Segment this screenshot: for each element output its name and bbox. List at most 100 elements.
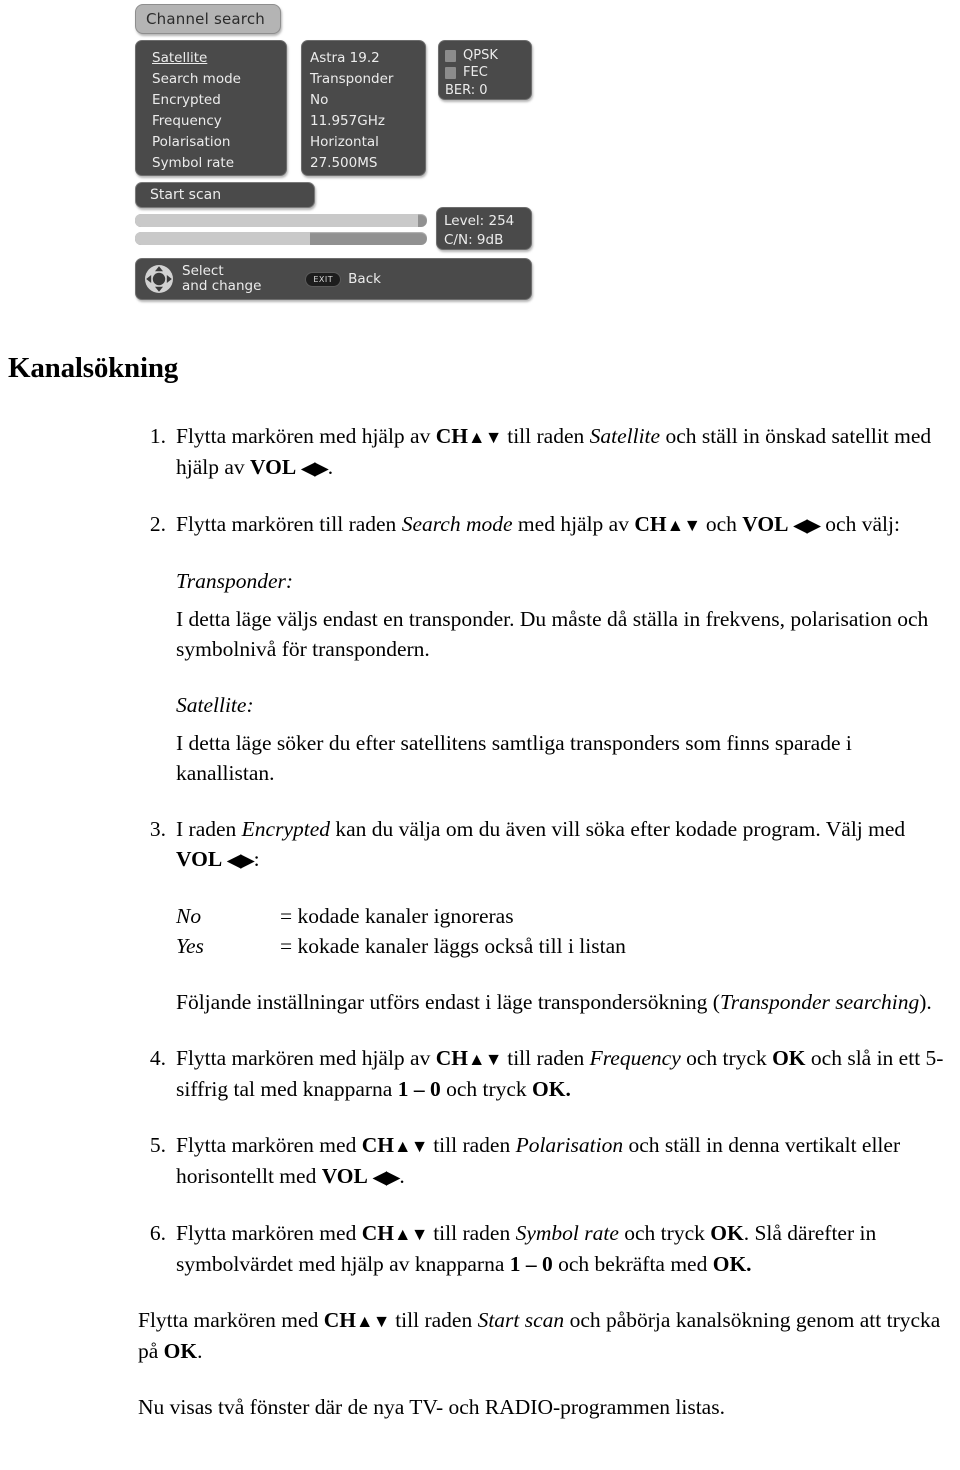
list-item: Yes = kokade kanaler läggs också till i … bbox=[176, 931, 944, 961]
transponder-heading: Transponder: bbox=[176, 569, 294, 593]
step-text-part: till raden bbox=[427, 1133, 516, 1157]
step-text-part: till raden bbox=[427, 1221, 516, 1245]
ch-key-label: CH bbox=[435, 424, 468, 448]
page-title: Kanalsökning bbox=[8, 352, 179, 384]
vol-key-label: VOL bbox=[742, 512, 789, 536]
left-right-arrows-icon: ◀▶ bbox=[227, 850, 255, 870]
encrypted-options-list: No = kodade kanaler ignoreras Yes = koka… bbox=[176, 901, 944, 961]
menu-row-label-polarisation[interactable]: Polarisation bbox=[152, 132, 286, 153]
menu-row-value-search-mode[interactable]: Transponder bbox=[310, 69, 425, 90]
satellite-heading: Satellite: bbox=[176, 693, 254, 717]
step-text-part: och tryck bbox=[618, 1221, 711, 1245]
step-number: 3. bbox=[149, 817, 166, 841]
step-number: 1. bbox=[149, 424, 166, 448]
menu-row-value-encrypted[interactable]: No bbox=[310, 90, 425, 111]
option-term-yes: Yes bbox=[176, 934, 204, 958]
list-item: 6. Flytta markören med CH▲▼ till raden S… bbox=[0, 1218, 960, 1279]
list-item: 4. Flytta markören med hjälp av CH▲▼ til… bbox=[0, 1043, 960, 1104]
vol-key-label: VOL bbox=[321, 1164, 368, 1188]
number-keys-label: 1 – 0 bbox=[509, 1252, 553, 1276]
step-text-part: I raden bbox=[176, 817, 242, 841]
step-number: 4. bbox=[149, 1046, 166, 1070]
option-desc-yes: = kokade kanaler läggs också till i list… bbox=[280, 934, 626, 958]
menu-row-label-symbol-rate[interactable]: Symbol rate bbox=[152, 153, 286, 174]
step-number: 6. bbox=[149, 1221, 166, 1245]
start-scan-button[interactable]: Start scan bbox=[135, 182, 315, 208]
osd-help-bar: Select and change EXIT Back bbox=[135, 258, 532, 300]
final-text-part: Flytta markören med bbox=[138, 1308, 324, 1332]
ok-key-label: OK bbox=[163, 1339, 198, 1363]
up-down-arrows-icon: ▲▼ bbox=[393, 1136, 428, 1156]
menu-row-value-symbol-rate[interactable]: 27.500MS bbox=[310, 153, 425, 174]
up-down-arrows-icon: ▲▼ bbox=[393, 1224, 428, 1244]
list-item: 1. Flytta markören med hjälp av CH▲▼ til… bbox=[0, 421, 960, 483]
final-text-part: . bbox=[197, 1339, 203, 1363]
menu-row-label-encrypted[interactable]: Encrypted bbox=[152, 90, 286, 111]
up-down-arrows-icon: ▲▼ bbox=[666, 515, 701, 535]
step-text-part: Flytta markören med bbox=[176, 1221, 362, 1245]
list-item: 2. Flytta markören till raden Search mod… bbox=[0, 509, 960, 540]
ch-key-label: CH bbox=[361, 1221, 394, 1245]
menu-row-label-search-mode[interactable]: Search mode bbox=[152, 69, 286, 90]
menu-row-value-satellite[interactable]: Astra 19.2 bbox=[310, 48, 425, 69]
signal-quality-bar-fill bbox=[135, 232, 311, 245]
help-select-label: Select and change bbox=[182, 263, 262, 294]
step-text-part: Flytta markören med bbox=[176, 1133, 362, 1157]
list-item: No = kodade kanaler ignoreras bbox=[176, 901, 944, 931]
step-text-part: Flytta markören till raden bbox=[176, 512, 402, 536]
transponder-searching-note: Följande inställningar utförs endast i l… bbox=[176, 987, 944, 1017]
left-right-arrows-icon: ◀▶ bbox=[301, 458, 329, 478]
dpad-navigation-icon bbox=[144, 264, 174, 294]
instruction-list: 1. Flytta markören med hjälp av CH▲▼ til… bbox=[0, 421, 960, 1422]
step-text-part: till raden bbox=[501, 1046, 590, 1070]
left-right-arrows-icon: ◀▶ bbox=[793, 515, 821, 535]
note-emphasis: Transponder searching bbox=[719, 990, 920, 1014]
menu-row-label-satellite[interactable]: Satellite bbox=[152, 48, 286, 69]
step-text-part: . bbox=[399, 1164, 405, 1188]
transponder-mode-body: I detta läge väljs endast en transponder… bbox=[176, 607, 929, 661]
start-scan-instruction: Flytta markören med CH▲▼ till raden Star… bbox=[138, 1305, 944, 1366]
menu-row-value-polarisation[interactable]: Horizontal bbox=[310, 132, 425, 153]
signal-level-label: Level: 254 bbox=[444, 213, 515, 229]
note-text-part: ). bbox=[919, 990, 932, 1014]
vol-key-label: VOL bbox=[250, 455, 297, 479]
option-desc-no: = kodade kanaler ignoreras bbox=[280, 904, 514, 928]
qpsk-indicator-icon bbox=[445, 49, 456, 62]
ch-key-label: CH bbox=[634, 512, 667, 536]
signal-readout-panel: Level: 254 C/N: 9dB bbox=[436, 207, 532, 250]
ok-key-label: OK bbox=[710, 1221, 744, 1245]
vol-key-label: VOL bbox=[176, 847, 223, 871]
step-text-part: och välj: bbox=[819, 512, 900, 536]
step-text-part: Flytta markören med hjälp av bbox=[176, 1046, 436, 1070]
number-keys-label: 1 – 0 bbox=[397, 1077, 441, 1101]
signal-cn-label: C/N: 9dB bbox=[444, 232, 504, 248]
signal-quality-bar bbox=[135, 232, 427, 245]
step-text-part: och bbox=[700, 512, 743, 536]
list-item: 3. I raden Encrypted kan du välja om du … bbox=[0, 814, 960, 875]
satellite-mode-body: I detta läge söker du efter satellitens … bbox=[176, 731, 852, 785]
fec-indicator-icon bbox=[445, 66, 456, 79]
ch-key-label: CH bbox=[435, 1046, 468, 1070]
menu-ref-polarisation: Polarisation bbox=[515, 1133, 624, 1157]
step-number: 5. bbox=[149, 1133, 166, 1157]
osd-label-column: Satellite Search mode Encrypted Frequenc… bbox=[135, 40, 287, 176]
step-text-part: . bbox=[327, 455, 334, 479]
up-down-arrows-icon: ▲▼ bbox=[467, 1049, 502, 1069]
menu-row-value-frequency[interactable]: 11.957GHz bbox=[310, 111, 425, 132]
up-down-arrows-icon: ▲▼ bbox=[355, 1311, 390, 1331]
option-term-no: No bbox=[176, 904, 202, 928]
document-body: Kanalsökning 1. Flytta markören med hjäl… bbox=[0, 352, 960, 1448]
step-text-part: kan du välja om du även vill söka efter … bbox=[330, 817, 906, 841]
osd-value-column: Astra 19.2 Transponder No 11.957GHz Hori… bbox=[301, 40, 426, 176]
step-text-part: och bekräfta med bbox=[552, 1252, 713, 1276]
signal-level-bar bbox=[135, 214, 427, 227]
step-text-part: och tryck bbox=[680, 1046, 773, 1070]
menu-row-label-frequency[interactable]: Frequency bbox=[152, 111, 286, 132]
osd-screenshot: Channel search Satellite Search mode Enc… bbox=[133, 2, 545, 300]
step-text-part: till raden bbox=[501, 424, 590, 448]
menu-ref-satellite: Satellite bbox=[589, 424, 661, 448]
menu-ref-start-scan: Start scan bbox=[477, 1308, 565, 1332]
list-item: 5. Flytta markören med CH▲▼ till raden P… bbox=[0, 1130, 960, 1192]
help-back-group: EXIT Back bbox=[305, 271, 381, 287]
qpsk-label: QPSK bbox=[463, 48, 498, 63]
